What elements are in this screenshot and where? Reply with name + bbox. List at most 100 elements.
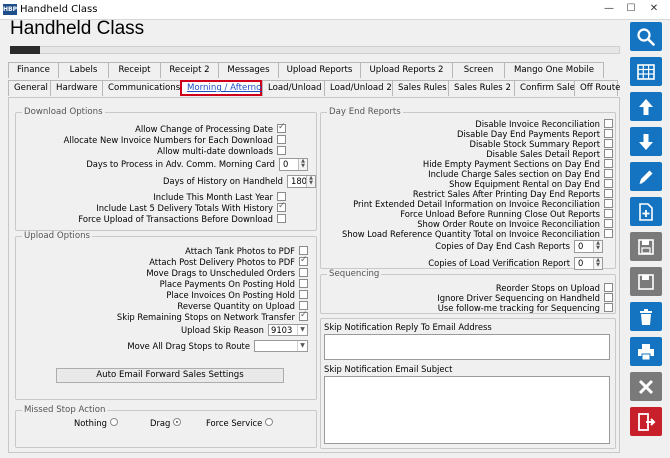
skip-subject-input[interactable]: [324, 376, 610, 444]
cancel-button[interactable]: [630, 372, 662, 401]
force-upload-checkbox[interactable]: [277, 214, 286, 223]
place-invoices-checkbox[interactable]: [299, 290, 308, 299]
tab-receipt-2[interactable]: Receipt 2: [160, 62, 218, 78]
new-document-button[interactable]: [630, 197, 662, 226]
missed-stop-force-option[interactable]: Force Service: [206, 418, 274, 428]
missed-stop-nothing-option[interactable]: Nothing: [74, 418, 118, 428]
move-up-button[interactable]: [630, 92, 662, 121]
day-end-item-checkbox[interactable]: [604, 149, 613, 158]
place-payments-checkbox[interactable]: [299, 279, 308, 288]
include-last5-row: Include Last 5 Delivery Totals With Hist…: [96, 201, 286, 213]
tab-sales-rules-2[interactable]: Sales Rules 2: [448, 80, 514, 96]
delete-button[interactable]: [630, 302, 662, 331]
reverse-quantity-checkbox[interactable]: [299, 301, 308, 310]
day-end-item-checkbox[interactable]: [604, 169, 613, 178]
missed-stop-force-radio[interactable]: [265, 418, 274, 426]
days-adv-comm-arrows[interactable]: ▲ ▼: [298, 158, 307, 170]
ignore-driver-checkbox[interactable]: [604, 293, 613, 302]
missed-stop-nothing-radio[interactable]: [109, 418, 118, 426]
tab-upload-reports[interactable]: Upload Reports: [278, 62, 360, 78]
minimize-button[interactable]: —: [600, 2, 618, 17]
tab-morning-afternoon[interactable]: Morning / Afternoon: [180, 80, 272, 96]
copies-cash-spinner[interactable]: 0 ▲ ▼: [574, 239, 603, 253]
save-as-button[interactable]: [630, 232, 662, 261]
copies-load-arrows[interactable]: ▲ ▼: [593, 257, 602, 269]
day-end-item-checkbox[interactable]: [604, 199, 613, 208]
chevron-down-icon[interactable]: ▼: [297, 325, 307, 335]
skip-remaining-checkbox[interactable]: [299, 310, 308, 321]
day-end-item-checkbox[interactable]: [604, 179, 613, 188]
missed-stop-drag-radio[interactable]: [173, 418, 182, 426]
allow-change-processing-date-checkbox[interactable]: [277, 122, 286, 133]
day-end-item-checkbox[interactable]: [604, 129, 613, 138]
include-month-last-year-label: Include This Month Last Year: [153, 191, 273, 202]
allocate-invoice-numbers-checkbox[interactable]: [277, 135, 286, 144]
attach-tank-photos-checkbox[interactable]: [299, 246, 308, 255]
tab-labels[interactable]: Labels: [58, 62, 108, 78]
day-end-item-checkbox[interactable]: [604, 159, 613, 168]
move-down-button[interactable]: [630, 127, 662, 156]
tab-finance[interactable]: Finance: [8, 62, 58, 78]
day-end-reports-title: Day End Reports: [327, 107, 403, 117]
upload-skip-reason-select[interactable]: 9103 ▼: [268, 324, 308, 336]
day-end-item-row: Show Load Reference Quantity Total on In…: [342, 228, 613, 239]
attach-post-delivery-checkbox[interactable]: [299, 255, 308, 266]
save-button[interactable]: [630, 267, 662, 296]
day-end-item-label: Hide Empty Payment Sections on Day End: [422, 158, 600, 169]
tab-load-unload[interactable]: Load/Unload: [262, 80, 324, 96]
grid-view-button[interactable]: [630, 57, 662, 86]
allow-change-processing-date-label: Allow Change of Processing Date: [135, 123, 273, 134]
move-all-drag-select[interactable]: ▼: [254, 340, 308, 352]
tab-screen[interactable]: Screen: [452, 62, 504, 78]
days-history-spinner[interactable]: 180 ▲ ▼: [287, 174, 316, 188]
missed-stop-drag-option[interactable]: Drag: [150, 418, 182, 428]
reorder-stops-checkbox[interactable]: [604, 283, 613, 292]
day-end-item-checkbox[interactable]: [604, 139, 613, 148]
move-all-drag-row: Move All Drag Stops to Route ▼: [127, 339, 308, 353]
tab-general[interactable]: General: [8, 80, 50, 96]
follow-me-checkbox[interactable]: [604, 303, 613, 312]
sequencing-title: Sequencing: [327, 269, 382, 279]
include-month-last-year-checkbox[interactable]: [277, 192, 286, 201]
include-last5-checkbox[interactable]: [277, 201, 286, 212]
move-drags-checkbox[interactable]: [299, 268, 308, 277]
day-end-item-label: Disable Day End Payments Report: [457, 128, 600, 139]
copies-load-spinner[interactable]: 0 ▲ ▼: [574, 256, 603, 270]
search-button[interactable]: [630, 22, 662, 51]
day-end-item-checkbox[interactable]: [604, 229, 613, 238]
print-button[interactable]: [630, 337, 662, 366]
day-end-item-checkbox[interactable]: [604, 209, 613, 218]
day-end-item-checkbox[interactable]: [604, 219, 613, 228]
move-drags-row: Move Drags to Unscheduled Orders: [146, 267, 308, 278]
tab-hardware[interactable]: Hardware: [50, 80, 102, 96]
days-adv-comm-spinner[interactable]: 0 ▲ ▼: [279, 157, 308, 171]
tab-confirm-sale[interactable]: Confirm Sale: [514, 80, 575, 96]
tab-receipt[interactable]: Receipt: [108, 62, 160, 78]
page-title: Handheld Class: [10, 18, 145, 39]
tab-communications[interactable]: Communications: [102, 80, 180, 96]
tab-mango-one-mobile[interactable]: Mango One Mobile: [504, 62, 604, 78]
tab-messages[interactable]: Messages: [218, 62, 278, 78]
days-history-arrows[interactable]: ▲ ▼: [306, 175, 315, 187]
move-all-drag-value: [255, 341, 297, 351]
chevron-down-icon[interactable]: ▼: [297, 341, 307, 351]
allow-multi-date-checkbox[interactable]: [277, 146, 286, 155]
missed-stop-title: Missed Stop Action: [22, 405, 108, 415]
tab-upload-reports-2[interactable]: Upload Reports 2: [360, 62, 452, 78]
trash-icon: [640, 308, 652, 325]
allow-change-processing-date-row: Allow Change of Processing Date: [135, 122, 286, 134]
skip-reply-input[interactable]: [324, 334, 610, 360]
exit-button[interactable]: [630, 407, 662, 436]
skip-notification-group: Skip Notification Reply To Email Address…: [320, 318, 616, 449]
day-end-item-label: Disable Sales Detail Report: [486, 148, 600, 159]
tab-load-unload-2[interactable]: Load/Unload 2: [324, 80, 392, 96]
day-end-item-checkbox[interactable]: [604, 119, 613, 128]
close-window-button[interactable]: ✕: [645, 2, 663, 17]
day-end-item-checkbox[interactable]: [604, 189, 613, 198]
auto-email-forward-button[interactable]: Auto Email Forward Sales Settings: [56, 368, 284, 383]
copies-cash-arrows[interactable]: ▲ ▼: [593, 240, 602, 252]
tab-sales-rules[interactable]: Sales Rules: [392, 80, 448, 96]
maximize-button[interactable]: ☐: [622, 2, 640, 17]
edit-button[interactable]: [630, 162, 662, 191]
tab-off-route[interactable]: Off Route: [574, 80, 620, 96]
